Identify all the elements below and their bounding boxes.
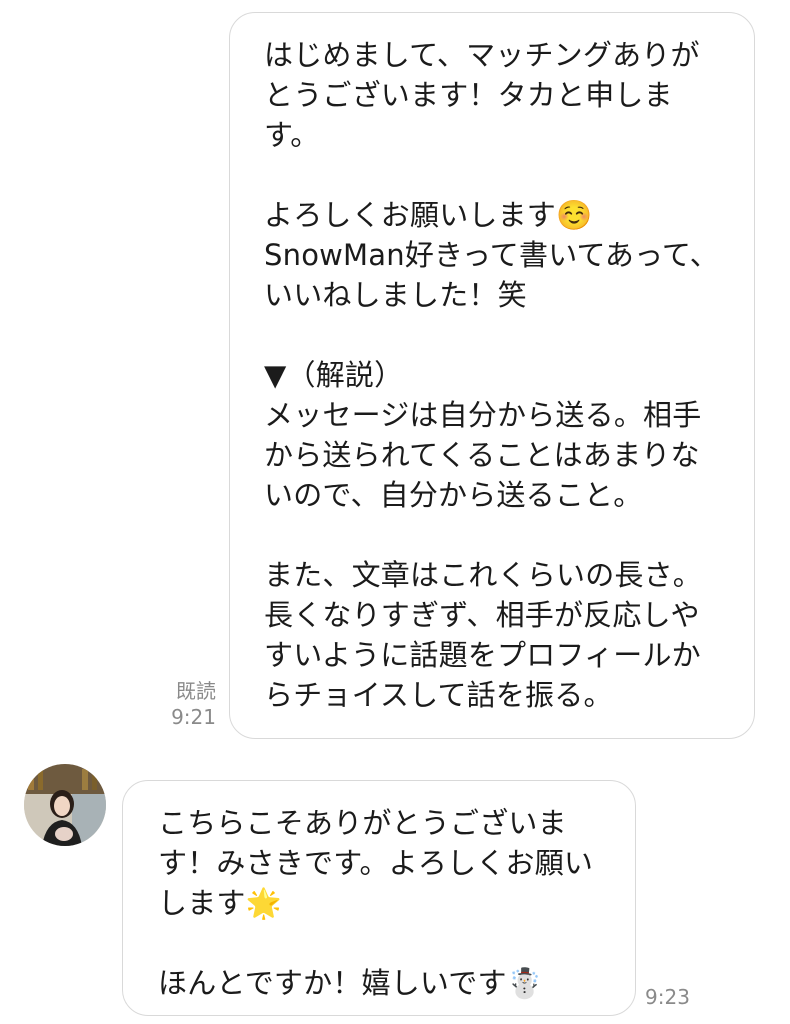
chat-view: はじめまして、マッチングありが とうございます！タカと申しま す。 よろしくお願… (0, 0, 790, 1024)
received-message-bubble[interactable]: こちらこそありがとうございま す！みさきです。よろしくお願い します🌟 ほんとで… (122, 780, 636, 1016)
message-line: こちらこそありがとうございま (158, 806, 567, 840)
message-line: ほんとですか！嬉しいです☃️ (158, 966, 543, 1000)
message-line: します🌟 (158, 886, 282, 920)
message-line: す！みさきです。よろしくお願い (158, 846, 594, 880)
message-line: SnowMan好きって書いてあって、 (264, 238, 719, 272)
sent-timestamp: 9:21 (171, 705, 216, 729)
message-line: また、文章はこれくらいの長さ。 (264, 558, 703, 592)
message-line: とうございます！タカと申しま (264, 78, 673, 112)
read-receipt: 既読 (176, 679, 216, 703)
message-line: ▼（解説） (264, 358, 404, 392)
message-line: いので、自分から送ること。 (264, 478, 643, 512)
message-line: から送られてくることはあまりな (264, 438, 700, 472)
message-line: よろしくお願いします☺️ (264, 198, 593, 232)
message-line: 長くなりすぎず、相手が反応しや (264, 598, 700, 632)
sent-message-meta: 既読 9:21 (160, 678, 216, 730)
message-line: いいねしました！笑 (264, 278, 527, 312)
sent-message-bubble[interactable]: はじめまして、マッチングありが とうございます！タカと申しま す。 よろしくお願… (229, 12, 755, 739)
message-line: すいように話題をプロフィールか (264, 638, 701, 672)
message-line: す。 (264, 118, 320, 152)
message-line: メッセージは自分から送る。相手 (264, 398, 702, 432)
avatar-image (24, 764, 106, 846)
received-timestamp: 9:23 (645, 985, 690, 1009)
message-line: らチョイスして話を振る。 (264, 678, 613, 712)
user-avatar-photo[interactable] (24, 764, 106, 846)
message-line: はじめまして、マッチングありが (264, 38, 700, 72)
